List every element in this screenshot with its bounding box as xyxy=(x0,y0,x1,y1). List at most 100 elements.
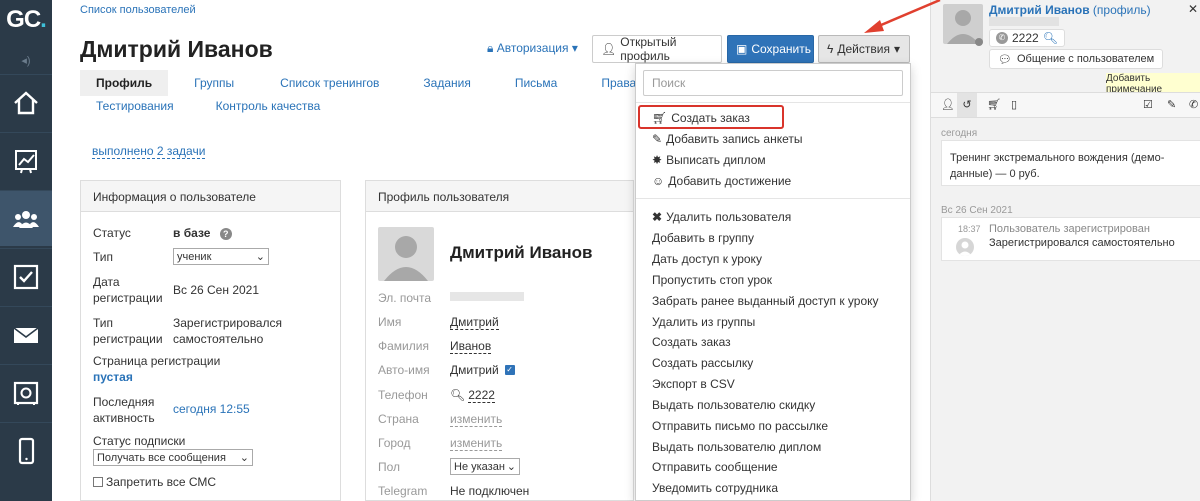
avatar xyxy=(956,238,974,256)
auth-dropdown[interactable]: 🔒︎ Авторизация ▾ xyxy=(487,41,578,56)
menu-item-send-mailing-letter[interactable]: Отправить письмо по рассылке xyxy=(652,419,828,433)
reg-type-value: Зарегистрировался самостоятельно xyxy=(173,316,282,346)
close-icon: ✖ xyxy=(652,210,663,224)
chat-icon: 💬︎ xyxy=(998,53,1012,66)
checkbox-icon[interactable]: ☑ xyxy=(1143,98,1153,111)
stats-icon[interactable] xyxy=(0,132,52,188)
avatar-silhouette-icon xyxy=(384,236,428,281)
user-profile-panel: Профиль пользователя Дмитрий Иванов Эл. … xyxy=(365,180,634,501)
autoname-label: Авто-имя xyxy=(378,363,430,377)
open-profile-button[interactable]: 👤︎ Открытый профиль xyxy=(592,35,722,63)
tab-letters[interactable]: Письма xyxy=(495,70,580,96)
stats-icon-svg xyxy=(15,149,37,173)
user-icon[interactable]: 👤︎ xyxy=(941,98,955,111)
menu-item-add-achievement[interactable]: ☺ Добавить достижение xyxy=(652,174,791,188)
menu-item-skip-stop-lesson[interactable]: Пропустить стоп урок xyxy=(652,273,772,287)
chevron-down-icon: ⌄ xyxy=(506,461,516,473)
gender-select[interactable]: Не указан ⌄ xyxy=(450,458,520,475)
event-card-order[interactable]: Тренинг экстремального вождения (демо-да… xyxy=(941,140,1200,186)
logo[interactable]: GC. xyxy=(0,0,52,40)
menu-item-export-csv[interactable]: Экспорт в CSV xyxy=(652,377,735,391)
sidebar-toolbar: 👤︎ ↺ 🛒︎ ▯ ☑ ✎ ✆ xyxy=(931,92,1200,118)
sms-checkbox-row[interactable]: Запретить все СМС xyxy=(93,475,216,489)
event-text: Зарегистрировался самостоятельно xyxy=(989,237,1175,249)
menu-item-add-to-group[interactable]: Добавить в группу xyxy=(652,231,754,245)
cart-icon[interactable]: 🛒︎ xyxy=(987,98,1001,111)
floppy-icon: ▣ xyxy=(736,42,748,56)
menu-item-create-mailing[interactable]: Создать рассылку xyxy=(652,356,753,370)
bolt-icon: ϟ xyxy=(827,42,834,56)
tasks-icon[interactable] xyxy=(0,248,52,304)
menu-item-issue-diploma[interactable]: ✸ Выписать диплом xyxy=(652,153,766,167)
badge-icon: ✸ xyxy=(652,153,663,167)
phone-icon[interactable] xyxy=(0,422,52,478)
profile-name: Дмитрий Иванов xyxy=(450,243,593,262)
done-tasks-link[interactable]: выполнено 2 задачи xyxy=(92,144,206,159)
pencil-icon[interactable]: ✎ xyxy=(1167,98,1176,111)
tab-quality[interactable]: Контроль качества xyxy=(190,96,337,118)
tab-testing[interactable]: Тестирования xyxy=(80,96,190,118)
menu-item-delete-user[interactable]: ✖ Удалить пользователя xyxy=(652,210,791,224)
menu-item-notify-employee[interactable]: Уведомить сотрудника xyxy=(652,481,778,495)
type-select[interactable]: ученик ⌄ xyxy=(173,248,269,265)
menu-item-remove-from-group[interactable]: Удалить из группы xyxy=(652,315,755,329)
autoname-value: Дмитрий ✓ xyxy=(450,363,515,377)
event-card-registration[interactable]: 18:37 Пользователь зарегистрирован Зарег… xyxy=(941,217,1200,261)
sms-checkbox[interactable] xyxy=(93,477,103,487)
first-name-value[interactable]: Дмитрий xyxy=(450,315,499,330)
sound-icon[interactable]: ◂) xyxy=(14,54,38,68)
country-change-link[interactable]: изменить xyxy=(450,412,503,427)
user-sidebar: Дмитрий Иванов (профиль) ✕ ✆ 2222 🔍︎ 💬︎ Общ… xyxy=(930,0,1200,501)
tab-groups[interactable]: Группы xyxy=(168,70,260,96)
offline-status-dot xyxy=(975,38,983,46)
menu-item-give-lesson-access[interactable]: Дать доступ к уроку xyxy=(652,252,762,266)
avatar[interactable] xyxy=(378,227,434,281)
subscription-select[interactable]: Получать все сообщения ⌄ xyxy=(93,449,253,466)
menu-search-input[interactable]: Поиск xyxy=(643,70,903,96)
menu-divider xyxy=(636,198,910,199)
status-label: Статус xyxy=(93,226,131,240)
reg-type-label: Тип регистрации xyxy=(93,316,163,346)
menu-item-give-discount[interactable]: Выдать пользователю скидку xyxy=(652,398,815,412)
reg-date-label: Дата регистрации xyxy=(93,275,163,305)
home-icon[interactable] xyxy=(0,74,52,130)
users-icon[interactable] xyxy=(0,190,52,246)
city-change-link[interactable]: изменить xyxy=(450,436,503,451)
sidebar-user-name[interactable]: Дмитрий Иванов (профиль) xyxy=(989,3,1151,17)
safe-icon[interactable] xyxy=(0,364,52,420)
reg-page-value[interactable]: пустая xyxy=(93,370,133,384)
sidebar-phone[interactable]: ✆ 2222 🔍︎ xyxy=(989,29,1065,47)
last-activity-value[interactable]: сегодня 12:55 xyxy=(173,402,250,416)
chat-with-user-button[interactable]: 💬︎ Общение с пользователем xyxy=(989,49,1164,69)
date-label-reg: Вс 26 Сен 2021 xyxy=(941,205,1013,216)
phone-label: Телефон xyxy=(378,388,428,402)
search-icon[interactable]: 🔍︎ xyxy=(1043,31,1058,45)
menu-item-add-form-record[interactable]: ✎ Добавить запись анкеты xyxy=(652,132,802,146)
tab-profile[interactable]: Профиль xyxy=(80,70,169,96)
mobile-icon[interactable]: ▯ xyxy=(1011,98,1017,111)
last-name-value[interactable]: Иванов xyxy=(450,339,492,354)
breadcrumb[interactable]: Список пользователей xyxy=(80,4,196,16)
close-icon[interactable]: ✕ xyxy=(1188,2,1198,16)
menu-item-create-order-2[interactable]: Создать заказ xyxy=(652,335,731,349)
phone-value[interactable]: 🔍︎ 2222 xyxy=(450,388,495,403)
save-button[interactable]: ▣ Сохранить xyxy=(727,35,814,63)
tab-tasks[interactable]: Задания xyxy=(399,70,494,96)
search-icon[interactable]: 🔍︎ xyxy=(450,388,465,403)
pencil-icon: ✎ xyxy=(652,132,663,146)
home-icon-svg xyxy=(14,90,38,114)
autoname-checkbox[interactable]: ✓ xyxy=(504,365,515,375)
help-icon[interactable]: ? xyxy=(219,228,232,240)
reg-date-value: Вс 26 Сен 2021 xyxy=(173,283,260,297)
highlight-box xyxy=(638,105,784,129)
menu-item-send-message[interactable]: Отправить сообщение xyxy=(652,460,778,474)
menu-item-revoke-lesson-access[interactable]: Забрать ранее выданный доступ к уроку xyxy=(652,294,879,308)
mail-icon[interactable] xyxy=(0,306,52,362)
phone-icon[interactable]: ✆ xyxy=(1189,98,1198,111)
menu-item-give-diploma[interactable]: Выдать пользователю диплом xyxy=(652,440,821,454)
last-activity-label: Последняя активность xyxy=(93,395,155,425)
history-icon[interactable]: ↺ xyxy=(957,93,977,117)
first-name-label: Имя xyxy=(378,315,402,329)
reg-page-label: Страница регистрации xyxy=(93,354,221,368)
tab-trainings[interactable]: Список тренингов xyxy=(260,70,399,96)
